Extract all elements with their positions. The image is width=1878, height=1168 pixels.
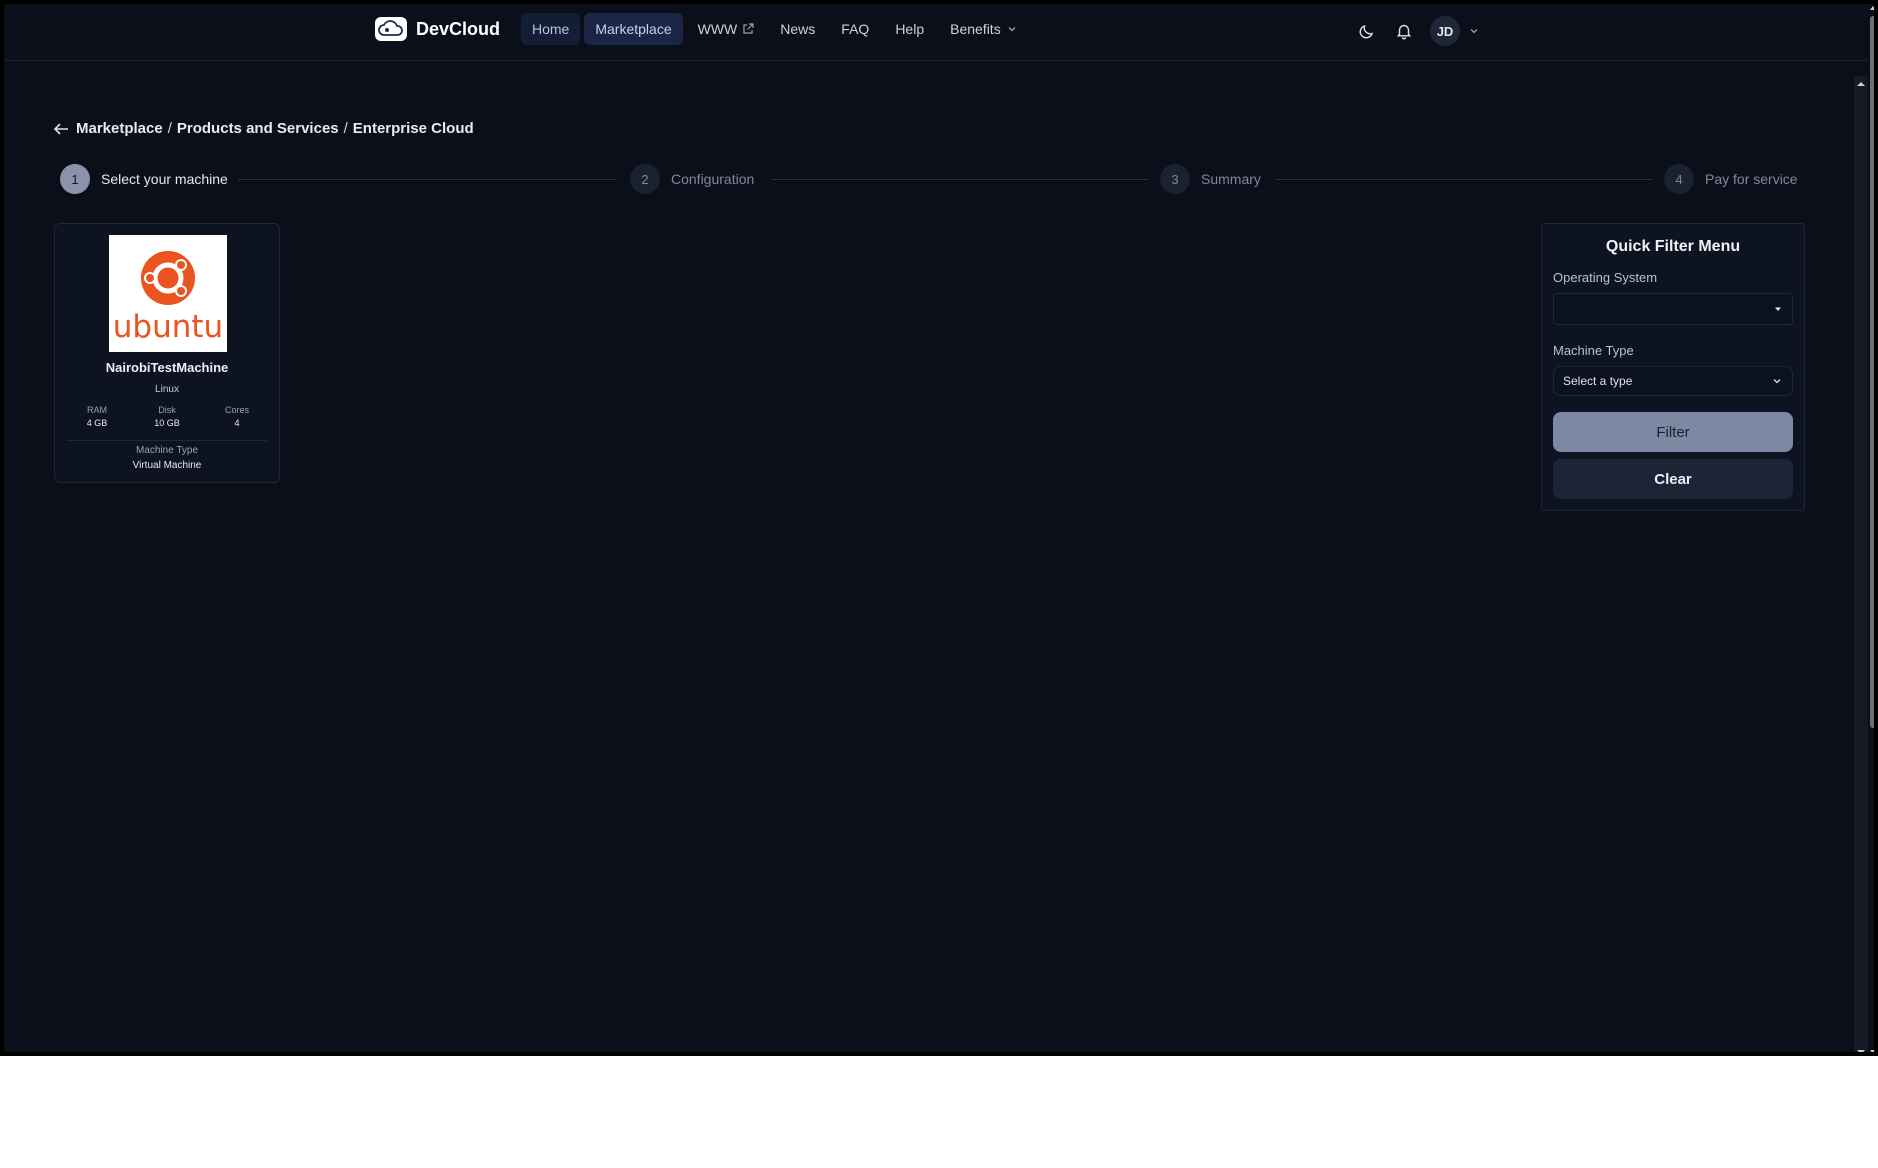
content-scrollbar[interactable] [1854,76,1868,1056]
step-summary: 3 Summary [1160,164,1261,194]
step-number: 2 [630,164,660,194]
user-avatar[interactable]: JD [1430,16,1460,46]
nav-www-label: WWW [697,21,738,37]
card-divider [67,440,267,441]
user-initials: JD [1436,23,1454,39]
nav-marketplace[interactable]: Marketplace [584,13,683,45]
machine-type-select-value: Select a type [1563,374,1633,388]
machine-name: NairobiTestMachine [105,360,229,375]
ubuntu-logo: ubuntu [109,235,227,352]
step-label: Pay for service [1705,171,1798,187]
clear-button[interactable]: Clear [1553,459,1793,499]
theme-toggle-moon-icon[interactable] [1354,18,1380,44]
breadcrumb-products-and-services[interactable]: Products and Services [177,120,339,137]
step-number: 4 [1664,164,1694,194]
header-actions: JD [1354,16,1480,46]
breadcrumb-separator: / [343,120,348,137]
nav-benefits-label: Benefits [950,21,1001,37]
external-link-icon [743,23,754,34]
spec-disk: Disk 10 GB [137,405,197,428]
window-scroll-up-icon[interactable] [1868,4,1878,12]
spec-value: 10 GB [154,418,180,428]
machine-type-label: Machine Type [135,445,199,456]
chevron-down-icon [1008,27,1016,32]
step-number: 1 [60,164,90,194]
back-arrow-icon[interactable] [52,121,70,137]
spec-cores: Cores 4 [207,405,267,428]
spec-ram: RAM 4 GB [67,405,127,428]
machine-type-value: Virtual Machine [132,460,202,471]
step-configuration: 2 Configuration [630,164,754,194]
machine-card[interactable]: ubuntu NairobiTestMachine Linux RAM 4 GB… [54,223,280,483]
top-navbar: DevCloud Home Marketplace WWW News FAQ H… [4,4,1874,61]
breadcrumb-separator: / [167,120,172,137]
step-connector [1276,179,1652,180]
step-label: Select your machine [101,171,228,187]
nav-home-label: Home [532,21,570,37]
breadcrumb: Marketplace / Products and Services / En… [52,120,474,137]
scroll-up-arrow-icon[interactable] [1856,80,1866,88]
scroll-down-arrow-icon[interactable] [1856,1048,1866,1056]
main-nav: Home Marketplace WWW News FAQ Help Benef… [521,13,1033,45]
nav-faq[interactable]: FAQ [830,13,880,45]
window-scrollbar-thumb[interactable] [1870,16,1874,728]
nav-news-label: News [780,21,816,37]
nav-faq-label: FAQ [841,21,870,37]
step-connector [772,179,1148,180]
machine-specs: RAM 4 GB Disk 10 GB Cores 4 [67,405,267,428]
cloud-logo-icon [375,17,407,41]
quick-filter-menu: Quick Filter Menu Operating System Machi… [1541,223,1805,511]
step-number: 3 [1160,164,1190,194]
nav-help[interactable]: Help [884,13,935,45]
step-label: Summary [1201,171,1261,187]
caret-down-icon [1773,304,1783,314]
operating-system-select[interactable] [1553,293,1793,325]
nav-www[interactable]: WWW [687,13,766,45]
chevron-down-icon [1771,375,1783,387]
spec-value: 4 [234,418,240,428]
window-scroll-down-icon[interactable] [1868,1048,1878,1056]
checkout-stepper: 1 Select your machine 2 Configuration 3 … [60,164,1800,194]
spec-label: Cores [224,405,249,415]
nav-news[interactable]: News [769,13,826,45]
step-pay-for-service: 4 Pay for service [1664,164,1798,194]
nav-marketplace-label: Marketplace [595,21,672,37]
machine-os: Linux [155,384,179,395]
nav-home[interactable]: Home [521,13,581,45]
breadcrumb-marketplace[interactable]: Marketplace [76,120,163,137]
notifications-bell-icon[interactable] [1391,18,1417,44]
app-window: DevCloud Home Marketplace WWW News FAQ H… [0,0,1878,1056]
app-name: DevCloud [416,18,501,39]
machine-type-filter-label: Machine Type [1553,343,1634,358]
step-connector [238,179,616,180]
window-scrollbar[interactable] [1868,4,1878,1056]
spec-value: 4 GB [86,418,108,428]
operating-system-label: Operating System [1553,270,1658,285]
ubuntu-logo-text: ubuntu [112,309,224,345]
breadcrumb-enterprise-cloud: Enterprise Cloud [352,120,474,137]
step-select-machine: 1 Select your machine [60,164,228,194]
machine-type-select[interactable]: Select a type [1553,366,1793,396]
nav-benefits[interactable]: Benefits [939,13,1029,45]
user-menu-chevron-down-icon[interactable] [1468,25,1480,37]
step-label: Configuration [671,171,755,187]
brand-logo[interactable]: DevCloud [375,17,500,41]
spec-label: RAM [87,405,107,415]
filter-title: Quick Filter Menu [1605,238,1741,255]
nav-help-label: Help [895,21,925,37]
spec-label: Disk [158,405,176,415]
filter-button[interactable]: Filter [1553,412,1793,452]
